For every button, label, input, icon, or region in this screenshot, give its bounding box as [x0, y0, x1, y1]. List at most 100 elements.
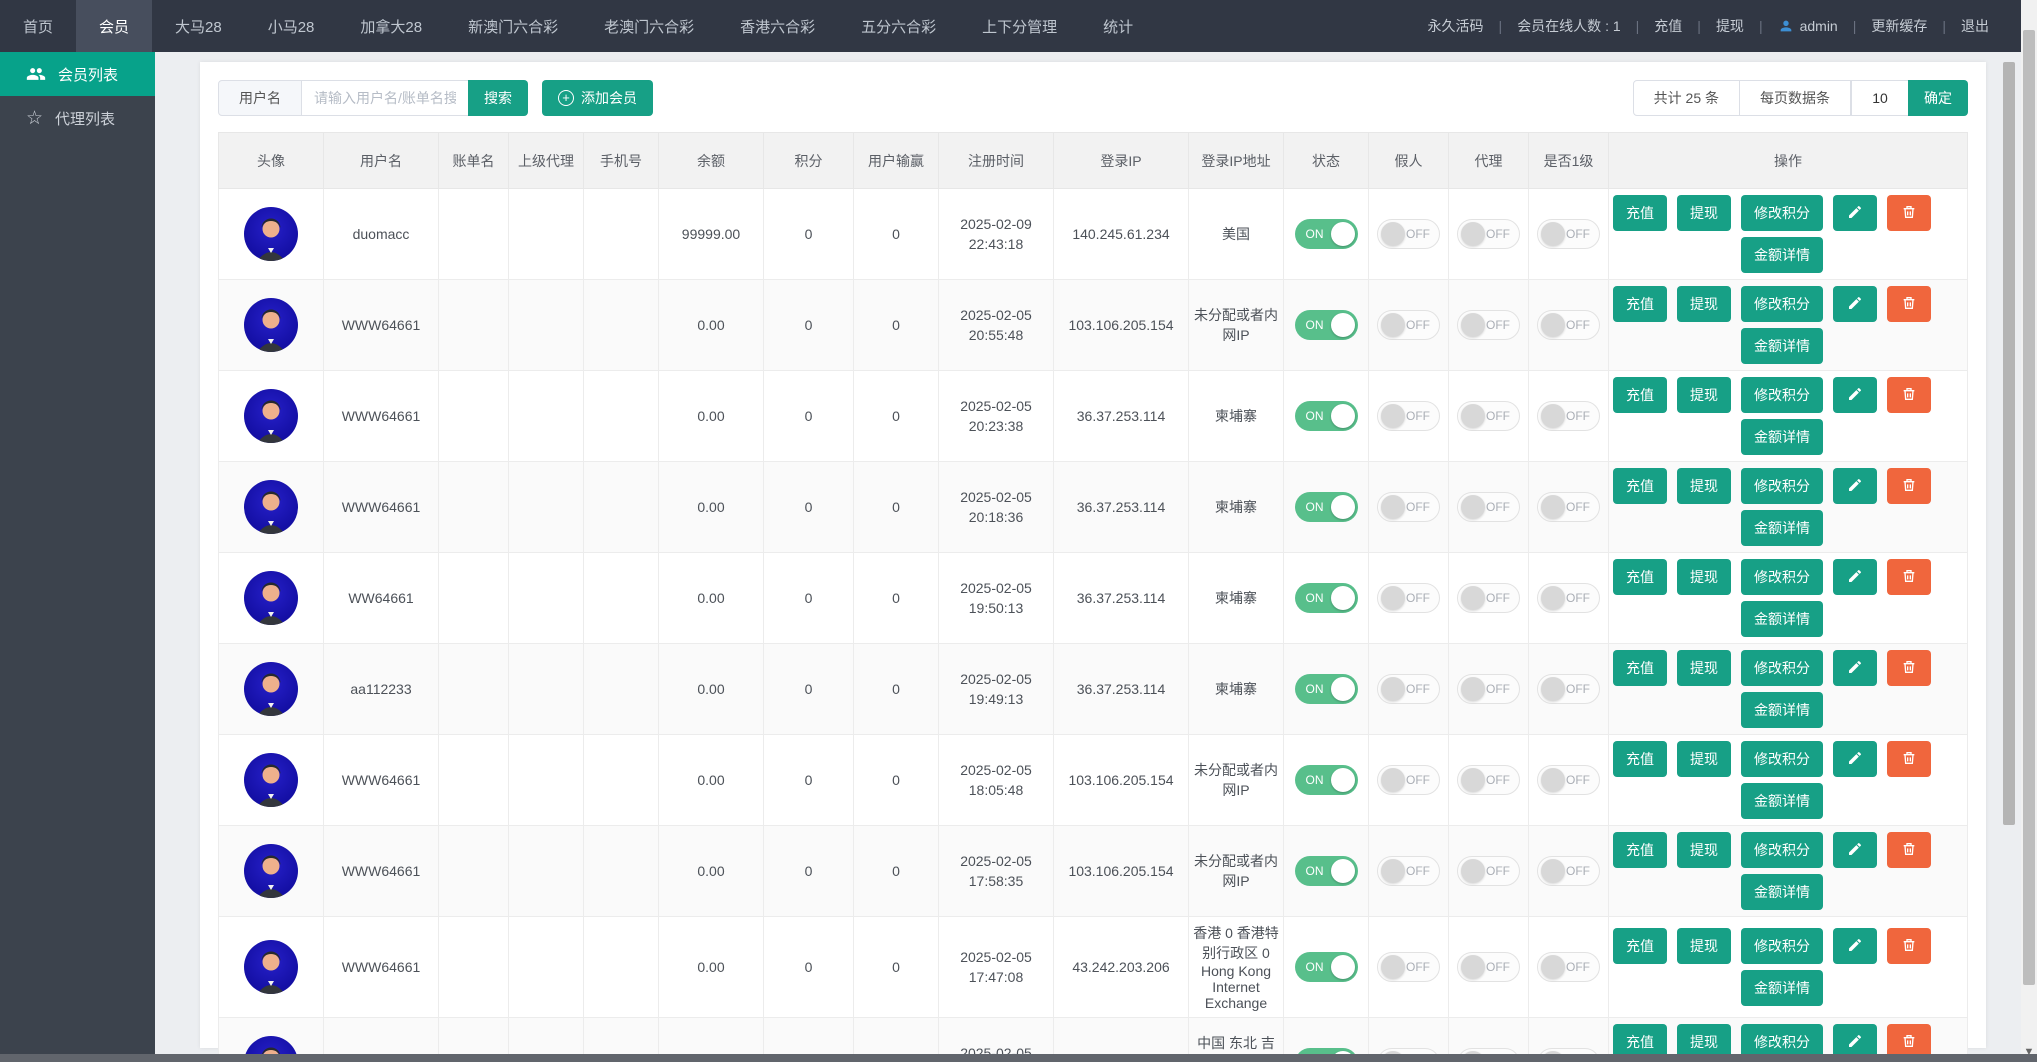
fake-toggle[interactable]: OFF [1377, 583, 1440, 613]
recharge-button[interactable]: 充值 [1613, 650, 1667, 686]
withdraw-button[interactable]: 提现 [1677, 195, 1731, 231]
amount-detail-button[interactable]: 金额详情 [1741, 510, 1823, 546]
sidebar-item-agent-list[interactable]: ☆ 代理列表 [0, 96, 155, 140]
edit-points-button[interactable]: 修改积分 [1741, 468, 1823, 504]
edit-button[interactable] [1833, 559, 1877, 595]
agent-toggle[interactable]: OFF [1457, 583, 1520, 613]
withdraw-button[interactable]: 提现 [1677, 468, 1731, 504]
withdraw-button[interactable]: 提现 [1677, 377, 1731, 413]
delete-button[interactable] [1887, 832, 1931, 868]
withdraw-button[interactable]: 提现 [1677, 559, 1731, 595]
edit-points-button[interactable]: 修改积分 [1741, 928, 1823, 964]
withdraw-link[interactable]: 提现 [1716, 16, 1744, 36]
edit-points-button[interactable]: 修改积分 [1741, 832, 1823, 868]
withdraw-button[interactable]: 提现 [1677, 286, 1731, 322]
perm-code-link[interactable]: 永久活码 [1428, 16, 1484, 36]
edit-button[interactable] [1833, 832, 1877, 868]
recharge-button[interactable]: 充值 [1613, 741, 1667, 777]
nav-item-1[interactable]: 会员 [76, 0, 152, 52]
edit-button[interactable] [1833, 650, 1877, 686]
delete-button[interactable] [1887, 377, 1931, 413]
delete-button[interactable] [1887, 286, 1931, 322]
amount-detail-button[interactable]: 金额详情 [1741, 692, 1823, 728]
recharge-link[interactable]: 充值 [1654, 16, 1682, 36]
fake-toggle[interactable]: OFF [1377, 310, 1440, 340]
level1-toggle[interactable]: OFF [1537, 674, 1600, 704]
status-toggle[interactable]: ON [1295, 674, 1358, 704]
delete-button[interactable] [1887, 928, 1931, 964]
edit-button[interactable] [1833, 468, 1877, 504]
level1-toggle[interactable]: OFF [1537, 765, 1600, 795]
level1-toggle[interactable]: OFF [1537, 952, 1600, 982]
recharge-button[interactable]: 充值 [1613, 928, 1667, 964]
edit-button[interactable] [1833, 195, 1877, 231]
agent-toggle[interactable]: OFF [1457, 401, 1520, 431]
edit-button[interactable] [1833, 741, 1877, 777]
recharge-button[interactable]: 充值 [1613, 377, 1667, 413]
nav-item-2[interactable]: 大马28 [152, 0, 245, 52]
status-toggle[interactable]: ON [1295, 492, 1358, 522]
status-toggle[interactable]: ON [1295, 219, 1358, 249]
nav-item-0[interactable]: 首页 [0, 0, 76, 52]
recharge-button[interactable]: 充值 [1613, 468, 1667, 504]
recharge-button[interactable]: 充值 [1613, 286, 1667, 322]
fake-toggle[interactable]: OFF [1377, 856, 1440, 886]
window-scrollbar[interactable]: ▼ [2021, 0, 2037, 1062]
withdraw-button[interactable]: 提现 [1677, 832, 1731, 868]
level1-toggle[interactable]: OFF [1537, 219, 1600, 249]
search-input[interactable] [301, 80, 469, 116]
edit-points-button[interactable]: 修改积分 [1741, 377, 1823, 413]
edit-button[interactable] [1833, 286, 1877, 322]
edit-button[interactable] [1833, 377, 1877, 413]
withdraw-button[interactable]: 提现 [1677, 741, 1731, 777]
edit-points-button[interactable]: 修改积分 [1741, 741, 1823, 777]
fake-toggle[interactable]: OFF [1377, 765, 1440, 795]
fake-toggle[interactable]: OFF [1377, 219, 1440, 249]
agent-toggle[interactable]: OFF [1457, 219, 1520, 249]
edit-button[interactable] [1833, 928, 1877, 964]
amount-detail-button[interactable]: 金额详情 [1741, 237, 1823, 273]
agent-toggle[interactable]: OFF [1457, 492, 1520, 522]
table-scrollbar-thumb[interactable] [2003, 62, 2015, 825]
status-toggle[interactable]: ON [1295, 765, 1358, 795]
delete-button[interactable] [1887, 650, 1931, 686]
nav-item-7[interactable]: 香港六合彩 [717, 0, 838, 52]
edit-points-button[interactable]: 修改积分 [1741, 195, 1823, 231]
level1-toggle[interactable]: OFF [1537, 856, 1600, 886]
search-button[interactable]: 搜索 [468, 80, 528, 116]
fake-toggle[interactable]: OFF [1377, 952, 1440, 982]
fake-toggle[interactable]: OFF [1377, 492, 1440, 522]
logout-link[interactable]: 退出 [1961, 16, 1989, 36]
add-member-button[interactable]: + 添加会员 [542, 80, 653, 116]
nav-item-9[interactable]: 上下分管理 [959, 0, 1080, 52]
recharge-button[interactable]: 充值 [1613, 195, 1667, 231]
level1-toggle[interactable]: OFF [1537, 492, 1600, 522]
window-scrollbar-thumb[interactable] [2023, 30, 2035, 985]
recharge-button[interactable]: 充值 [1613, 559, 1667, 595]
refresh-cache-link[interactable]: 更新缓存 [1871, 16, 1927, 36]
nav-item-5[interactable]: 新澳门六合彩 [445, 0, 581, 52]
amount-detail-button[interactable]: 金额详情 [1741, 970, 1823, 1006]
per-page-input[interactable] [1851, 80, 1909, 116]
amount-detail-button[interactable]: 金额详情 [1741, 874, 1823, 910]
level1-toggle[interactable]: OFF [1537, 310, 1600, 340]
status-toggle[interactable]: ON [1295, 856, 1358, 886]
nav-item-3[interactable]: 小马28 [245, 0, 338, 52]
fake-toggle[interactable]: OFF [1377, 401, 1440, 431]
amount-detail-button[interactable]: 金额详情 [1741, 328, 1823, 364]
agent-toggle[interactable]: OFF [1457, 952, 1520, 982]
nav-item-10[interactable]: 统计 [1080, 0, 1156, 52]
nav-item-4[interactable]: 加拿大28 [337, 0, 445, 52]
delete-button[interactable] [1887, 468, 1931, 504]
agent-toggle[interactable]: OFF [1457, 765, 1520, 795]
fake-toggle[interactable]: OFF [1377, 674, 1440, 704]
sidebar-item-member-list[interactable]: 会员列表 [0, 52, 155, 96]
delete-button[interactable] [1887, 741, 1931, 777]
withdraw-button[interactable]: 提现 [1677, 928, 1731, 964]
status-toggle[interactable]: ON [1295, 310, 1358, 340]
amount-detail-button[interactable]: 金额详情 [1741, 601, 1823, 637]
nav-item-6[interactable]: 老澳门六合彩 [581, 0, 717, 52]
edit-points-button[interactable]: 修改积分 [1741, 650, 1823, 686]
amount-detail-button[interactable]: 金额详情 [1741, 419, 1823, 455]
recharge-button[interactable]: 充值 [1613, 832, 1667, 868]
